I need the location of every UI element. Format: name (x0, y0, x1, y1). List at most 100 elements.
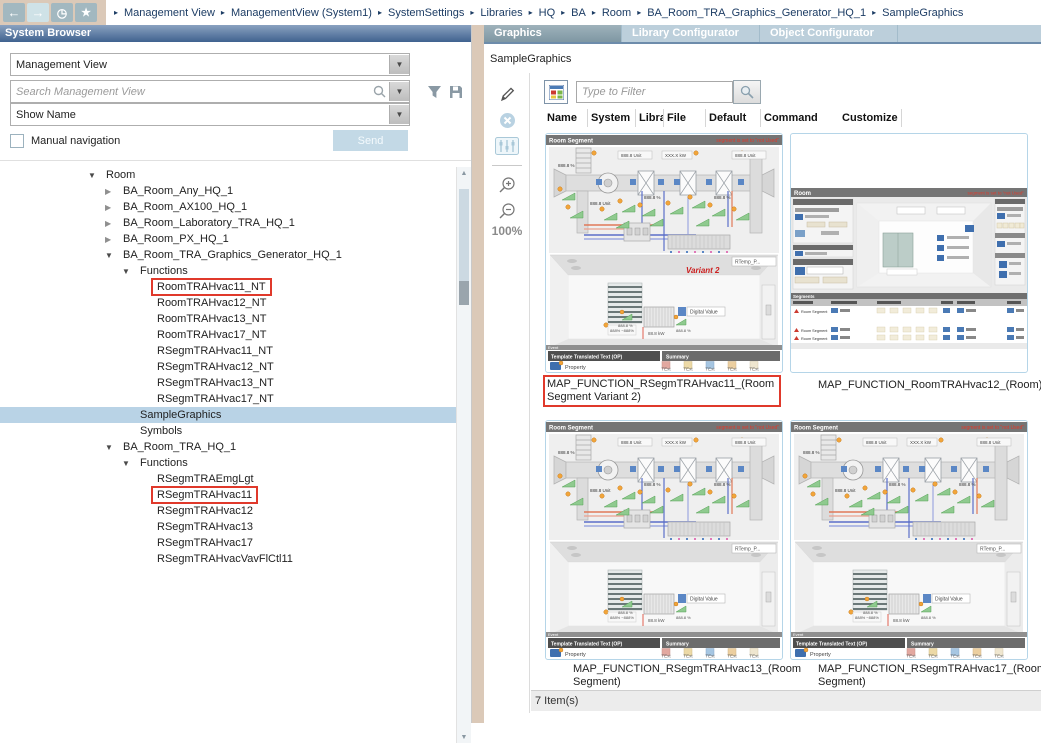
tree-item[interactable]: Symbols (0, 423, 456, 439)
delete-button[interactable] (484, 107, 530, 133)
history-button[interactable]: ◷ (51, 3, 73, 22)
tree-item[interactable]: RSegmTRAHvac11_NT (0, 343, 456, 359)
tree-item[interactable]: ▶ BA_Room_PX_HQ_1 (0, 231, 456, 247)
column-header[interactable]: File (664, 109, 706, 127)
tree-item[interactable]: RoomTRAHvac11_NT (0, 279, 456, 295)
tab-library-configurator[interactable]: Library Configurator (622, 25, 760, 42)
display-mode-dropdown[interactable]: Show Name ▼ (10, 103, 410, 126)
scroll-down-icon[interactable]: ▼ (457, 731, 471, 743)
zoom-out-icon (498, 202, 516, 220)
column-header[interactable]: Customize (839, 109, 902, 127)
thumbnail-caption[interactable]: MAP_FUNCTION_RSegmTRAHvac17_(Room Segmen… (790, 663, 1026, 689)
thumbnail-caption[interactable]: MAP_FUNCTION_RSegmTRAHvac11_(Room Segmen… (545, 377, 779, 405)
zoom-in-icon (498, 176, 516, 194)
panel-splitter[interactable] (472, 25, 484, 723)
expander-icon[interactable]: ▼ (122, 459, 136, 468)
filter-row (544, 80, 761, 104)
thumbnail-caption[interactable]: MAP_FUNCTION_RSegmTRAHvac13_(Room Segmen… (545, 663, 781, 689)
scrollbar-thumb[interactable] (459, 189, 469, 281)
filter-input[interactable] (576, 81, 733, 103)
manual-navigation-checkbox[interactable] (10, 134, 24, 148)
forward-button[interactable]: → (27, 3, 49, 22)
column-header[interactable]: Library (636, 109, 664, 127)
expander-icon[interactable]: ▼ (122, 267, 136, 276)
breadcrumb-separator-icon: ▸ (470, 8, 474, 17)
tree-item[interactable]: RSegmTRAHvac13 (0, 519, 456, 535)
tree-item[interactable]: RSegmTRAEmgLgt (0, 471, 456, 487)
expander-icon[interactable]: ▼ (105, 251, 119, 260)
tree-item[interactable]: RSegmTRAHvac17_NT (0, 391, 456, 407)
tree-item[interactable]: RSegmTRAHvac11 (0, 487, 456, 503)
tree-item[interactable]: RSegmTRAHvac12 (0, 503, 456, 519)
breadcrumb-item[interactable]: Libraries (480, 7, 522, 19)
zoom-out-button[interactable] (484, 198, 530, 224)
tree-scrollbar[interactable]: ▲ ▼ (456, 167, 471, 743)
tree-item[interactable]: ▶ BA_Room_Any_HQ_1 (0, 183, 456, 199)
breadcrumb-item[interactable]: Management View (124, 7, 215, 19)
apply-filter-button[interactable] (733, 80, 761, 104)
save-icon[interactable] (446, 82, 466, 101)
breadcrumb-item[interactable]: Room (602, 7, 631, 19)
back-button[interactable]: ← (3, 3, 25, 22)
expander-icon[interactable]: ▶ (105, 219, 119, 228)
tree-item[interactable]: RoomTRAHvac13_NT (0, 311, 456, 327)
chevron-down-icon[interactable]: ▼ (389, 105, 409, 124)
tree-item-label: RSegmTRAHvac11_NT (153, 344, 277, 358)
chevron-down-icon[interactable]: ▼ (389, 55, 409, 74)
settings-button[interactable] (484, 133, 530, 159)
thumbnail-rsegmtrahvac11[interactable]: Variant 2 (545, 133, 783, 373)
breadcrumb-item[interactable]: BA (571, 7, 586, 19)
tree-item[interactable]: ▼ Functions (0, 263, 456, 279)
breadcrumb-item[interactable]: ManagementView (System1) (231, 7, 372, 19)
expander-icon[interactable]: ▶ (105, 187, 119, 196)
tab-graphics[interactable]: Graphics (484, 25, 622, 42)
breadcrumb-item[interactable]: SampleGraphics (882, 7, 963, 19)
tree-item[interactable]: RSegmTRAHvac12_NT (0, 359, 456, 375)
tree-item[interactable]: RSegmTRAHvacVavFlCtl11 (0, 551, 456, 567)
breadcrumb-item[interactable]: SystemSettings (388, 7, 464, 19)
tree-item[interactable]: RSegmTRAHvac13_NT (0, 375, 456, 391)
favorites-button[interactable]: ★ (75, 3, 97, 22)
nav-button-group: ← → ◷ ★ (0, 0, 106, 25)
thumbnail-rsegmtrahvac13[interactable] (545, 420, 783, 660)
tree-item[interactable]: RoomTRAHvac12_NT (0, 295, 456, 311)
breadcrumb-item[interactable]: BA_Room_TRA_Graphics_Generator_HQ_1 (647, 7, 866, 19)
column-header[interactable]: Name (544, 109, 588, 127)
scroll-up-icon[interactable]: ▲ (457, 167, 471, 179)
thumbnail-rsegmtrahvac17[interactable] (790, 420, 1028, 660)
send-button[interactable]: Send (333, 130, 408, 151)
edit-button[interactable] (484, 81, 530, 107)
expander-icon[interactable]: ▶ (105, 203, 119, 212)
tree-item-label: BA_Room_TRA_Graphics_Generator_HQ_1 (119, 248, 346, 262)
filter-icon[interactable] (424, 82, 444, 101)
zoom-in-button[interactable] (484, 172, 530, 198)
column-header[interactable]: System (588, 109, 636, 127)
column-header[interactable]: Default (706, 109, 761, 127)
breadcrumb-item[interactable]: HQ (539, 7, 556, 19)
thumbnail-roomtrahvac12[interactable] (790, 133, 1028, 373)
breadcrumb-separator-icon: ▸ (221, 8, 225, 17)
tab-object-configurator[interactable]: Object Configurator (760, 25, 898, 42)
thumbnail-caption[interactable]: MAP_FUNCTION_RoomTRAHvac12_(Room) (790, 379, 1026, 392)
view-selector-dropdown[interactable]: Management View ▼ (10, 53, 410, 76)
search-icon[interactable] (369, 82, 389, 101)
tree-item-label: RSegmTRAHvac17 (153, 536, 257, 550)
tree-item-label: BA_Room_AX100_HQ_1 (119, 200, 251, 214)
tree-item[interactable]: RoomTRAHvac17_NT (0, 327, 456, 343)
expander-icon[interactable]: ▶ (105, 235, 119, 244)
expander-icon[interactable]: ▼ (88, 171, 102, 180)
tree-item[interactable]: ▼ BA_Room_TRA_Graphics_Generator_HQ_1 (0, 247, 456, 263)
tree-item[interactable]: ▼ BA_Room_TRA_HQ_1 (0, 439, 456, 455)
search-options-chevron-icon[interactable]: ▼ (389, 82, 409, 101)
expander-icon[interactable]: ▼ (105, 443, 119, 452)
tree-item[interactable]: ▼ Functions (0, 455, 456, 471)
tree-item[interactable]: ▶ BA_Room_AX100_HQ_1 (0, 199, 456, 215)
thumbnail-view-button[interactable] (544, 80, 568, 104)
tree-item[interactable]: RSegmTRAHvac17 (0, 535, 456, 551)
tree-item-label: RSegmTRAHvac12 (153, 504, 257, 518)
column-header[interactable]: Command (761, 109, 839, 127)
tree-item[interactable]: ▼ Room (0, 167, 456, 183)
tree-item[interactable]: ▶ BA_Room_Laboratory_TRA_HQ_1 (0, 215, 456, 231)
tree-item[interactable]: SampleGraphics (0, 407, 456, 423)
search-input[interactable] (11, 85, 369, 99)
